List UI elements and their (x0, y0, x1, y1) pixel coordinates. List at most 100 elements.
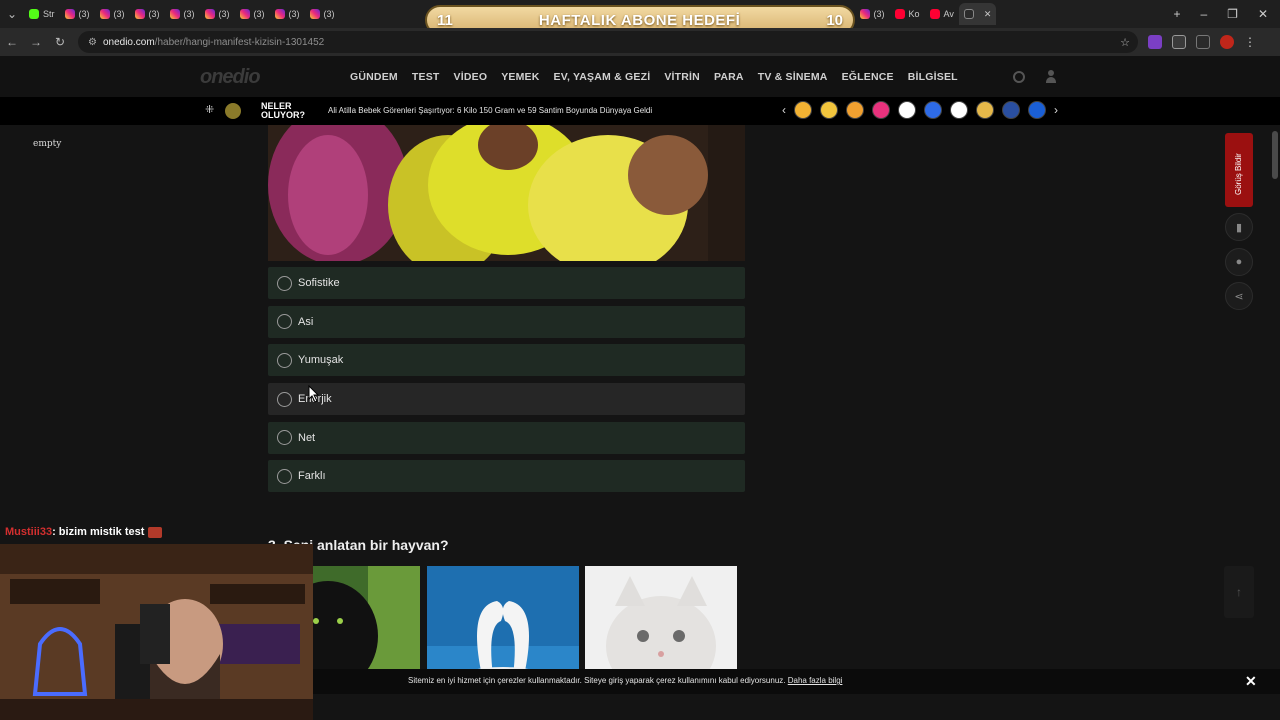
url-field[interactable]: ⚙ onedio.com/haber/hangi-manifest-kizisi… (78, 31, 1138, 53)
profile-avatar[interactable] (1220, 35, 1234, 49)
category-emoji-icon[interactable] (846, 101, 864, 119)
close-window-icon[interactable]: ✕ (1258, 7, 1268, 21)
nav-item[interactable]: TEST (412, 71, 440, 83)
new-tab-icon[interactable]: + (1173, 7, 1180, 21)
main-nav: GÜNDEM TEST VİDEO YEMEK EV, YAŞAM & GEZİ VİTR… (350, 71, 958, 83)
nav-item[interactable]: VİDEO (454, 71, 488, 83)
user-icon[interactable] (1046, 70, 1056, 83)
nav-item[interactable]: VİTRİN (664, 71, 700, 83)
quiz-option[interactable]: Farklı (268, 460, 745, 493)
browser-tab[interactable]: (3) (200, 3, 235, 25)
option-label: Net (298, 431, 316, 444)
browser-tab[interactable]: Ko (890, 3, 925, 25)
quiz-option[interactable]: Sofistike (268, 267, 745, 299)
tab-label: Ko (908, 9, 920, 19)
cookie-bar: Sitemiz en iyi hizmet için çerezler kull… (313, 669, 1280, 694)
category-emoji-icon[interactable] (898, 101, 916, 119)
close-tab-icon[interactable]: ✕ (984, 9, 992, 20)
browser-tab[interactable]: (3) (270, 3, 305, 25)
tab-label: (3) (148, 9, 160, 19)
feedback-button[interactable]: Görüş Bildir (1225, 133, 1253, 207)
option-label: Yumuşak (298, 354, 344, 367)
share-icon[interactable]: ⋖ (1225, 282, 1253, 310)
chat-emote-icon (148, 526, 163, 538)
chevron-left-icon[interactable]: ‹ (782, 103, 786, 117)
tab-label: (3) (873, 9, 885, 19)
close-icon[interactable]: ✕ (1245, 673, 1257, 690)
category-emoji-icon[interactable] (820, 101, 838, 119)
extension-icon[interactable] (1148, 35, 1162, 49)
quiz-option[interactable]: Net (268, 421, 745, 454)
nav-item[interactable]: PARA (714, 71, 744, 83)
extensions-puzzle-icon[interactable] (1172, 35, 1186, 49)
youtube-icon (894, 9, 905, 19)
browser-tab[interactable]: ✕ (958, 3, 997, 25)
browser-tab[interactable]: (3) (60, 3, 95, 25)
category-emoji-icon[interactable] (872, 101, 890, 119)
search-icon[interactable] (1013, 71, 1025, 83)
browser-tab[interactable]: (3) (130, 3, 165, 25)
apps-grid-icon[interactable]: ⁜ (205, 105, 216, 116)
media-icon[interactable] (1196, 35, 1210, 49)
category-emoji-icon[interactable] (924, 101, 942, 119)
bookmark-star-icon[interactable]: ☆ (1120, 36, 1130, 49)
nav-item[interactable]: YEMEK (501, 71, 539, 83)
category-emoji-icon[interactable] (1002, 101, 1020, 119)
browser-menu-icon[interactable]: ⋮ (1244, 35, 1256, 49)
back-icon[interactable]: ← (0, 35, 24, 49)
instagram-icon (239, 9, 250, 19)
quiz-option[interactable]: Yumuşak (268, 344, 745, 377)
category-emoji-icon[interactable] (976, 101, 994, 119)
mouse-cursor-icon (308, 385, 320, 403)
radio-icon[interactable] (277, 352, 292, 368)
radio-icon[interactable] (277, 275, 292, 291)
nav-item[interactable]: EV, YAŞAM & GEZİ (554, 71, 651, 83)
browser-tab[interactable]: (3) (165, 3, 200, 25)
category-emoji-icon[interactable] (1028, 101, 1046, 119)
browser-tab[interactable]: (3) (855, 3, 890, 25)
site-info-icon[interactable]: ⚙ (88, 37, 97, 48)
page-scrollbar[interactable] (1270, 56, 1280, 696)
bookmark-icon[interactable]: ▮ (1225, 213, 1253, 241)
site-logo[interactable]: onedio (200, 66, 261, 89)
comments-icon[interactable]: ● (1225, 248, 1253, 276)
nav-item[interactable]: BİLGİSEL (908, 71, 958, 83)
option-label: Farklı (298, 470, 326, 483)
instagram-icon (64, 9, 75, 19)
quiz-option[interactable]: Asi (268, 305, 745, 338)
quiz-option[interactable]: Enerjik (268, 383, 745, 416)
youtube-icon (929, 9, 940, 19)
tab-list-icon[interactable]: ⌄ (0, 7, 24, 21)
nav-item[interactable]: EĞLENCE (842, 71, 894, 83)
chevron-right-icon[interactable]: › (1054, 103, 1058, 117)
url-host: onedio.com (102, 36, 155, 48)
forward-icon[interactable]: → (24, 35, 48, 49)
radio-icon[interactable] (277, 391, 292, 407)
cookie-more-link[interactable]: Daha fazla bilgi (788, 676, 843, 685)
reload-icon[interactable]: ↻ (48, 35, 72, 49)
instagram-icon (99, 9, 110, 19)
restore-icon[interactable]: ❐ (1227, 7, 1238, 21)
browser-tab[interactable]: Av (925, 3, 959, 25)
browser-tab[interactable]: (3) (305, 3, 340, 25)
nav-item[interactable]: TV & SİNEMA (758, 71, 828, 83)
category-emoji-icon[interactable] (794, 101, 812, 119)
radio-icon[interactable] (277, 468, 292, 484)
ticker-headline[interactable]: Ali Atilla Bebek Görenleri Şaşırtıyor: 6… (328, 106, 652, 115)
instagram-icon (169, 9, 180, 19)
radio-icon[interactable] (277, 430, 292, 446)
goal-title: HAFTALIK ABONE HEDEFİ (538, 11, 741, 29)
tab-label: (3) (183, 9, 195, 19)
browser-tab[interactable]: (3) (95, 3, 130, 25)
tab-label: (3) (288, 9, 300, 19)
url-path: /haber/hangi-manifest-kizisin-1301452 (154, 36, 325, 48)
ticker-badge-icon (225, 103, 241, 119)
minimize-icon[interactable]: – (1200, 7, 1207, 21)
browser-tab[interactable]: (3) (235, 3, 270, 25)
category-emoji-icon[interactable] (950, 101, 968, 119)
scrollbar-thumb[interactable] (1272, 131, 1278, 179)
radio-icon[interactable] (277, 314, 292, 330)
nav-item[interactable]: GÜNDEM (350, 71, 398, 83)
scroll-to-top-button[interactable]: ↑ (1224, 566, 1254, 618)
browser-tab[interactable]: Str (24, 3, 60, 25)
